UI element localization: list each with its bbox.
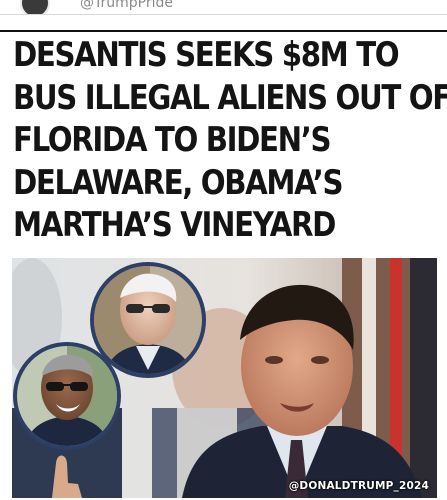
headline-line-5: MARTHA’S VINEYARD bbox=[13, 205, 336, 245]
headline-line-4: DELAWARE, OBAMA’S bbox=[13, 162, 344, 203]
news-photo: @DONALDTRUMP_2024 bbox=[12, 258, 437, 498]
photo-collage-illustration bbox=[12, 258, 437, 498]
headline-line-2: BUS ILLEGAL ALIENS OUT OF bbox=[13, 77, 447, 118]
headline-line-3: FLORIDA TO BIDEN’S bbox=[13, 120, 332, 160]
watermark: @DONALDTRUMP_2024 bbox=[288, 480, 429, 492]
username[interactable]: @TrumpPride bbox=[80, 0, 173, 11]
avatar[interactable] bbox=[20, 0, 50, 14]
headline: DESANTIS SEEKS $8M TO BUS ILLEGAL ALIENS… bbox=[13, 34, 447, 247]
post-card: @TrumpPride DESANTIS SEEKS $8M TO BUS IL… bbox=[0, 0, 447, 500]
divider bbox=[0, 30, 447, 32]
headline-line-1: DESANTIS SEEKS $8M TO bbox=[13, 35, 400, 75]
post-header: @TrumpPride bbox=[0, 0, 447, 15]
